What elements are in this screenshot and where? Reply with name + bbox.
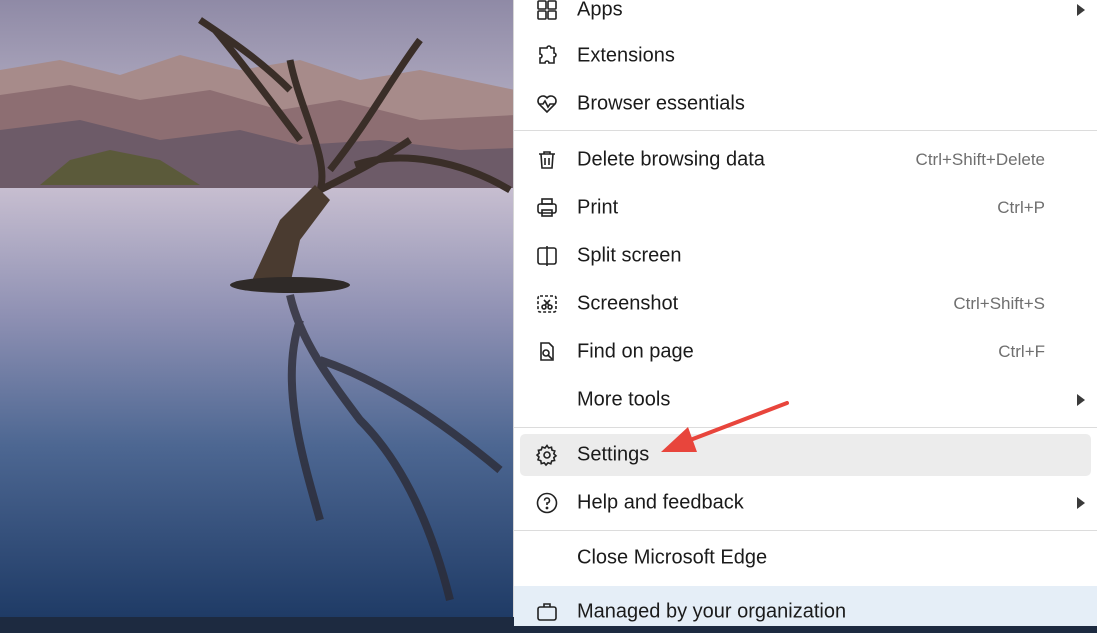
trash-icon: [534, 147, 560, 173]
gear-icon: [534, 442, 560, 468]
menu-item-find-on-page[interactable]: Find on page Ctrl+F: [520, 331, 1091, 373]
menu-item-label: Managed by your organization: [577, 600, 847, 623]
menu-item-label: Apps: [577, 0, 623, 21]
shortcut-label: Ctrl+Shift+Delete: [915, 150, 1045, 169]
shortcut-label: Ctrl+F: [998, 342, 1045, 361]
printer-icon: [534, 195, 560, 221]
menu-item-label: Delete browsing data: [577, 148, 765, 171]
shortcut-label: Ctrl+P: [997, 198, 1045, 217]
menu-item-label: Print: [577, 196, 619, 219]
briefcase-icon: [534, 599, 560, 625]
menu-item-extensions[interactable]: Extensions: [520, 35, 1091, 77]
chevron-right-icon: [1077, 497, 1085, 509]
menu-item-browser-essentials[interactable]: Browser essentials: [520, 83, 1091, 125]
menu-item-label: Screenshot: [577, 292, 679, 315]
menu-item-close-microsoft-edge[interactable]: Close Microsoft Edge: [520, 537, 1091, 579]
apps-icon: [534, 0, 560, 23]
menu-item-delete-browsing-data[interactable]: Delete browsing data Ctrl+Shift+Delete: [520, 139, 1091, 181]
menu-item-more-tools[interactable]: More tools: [520, 379, 1091, 421]
menu-divider: [514, 530, 1097, 531]
menu-divider: [514, 130, 1097, 131]
menu-item-apps[interactable]: Apps: [520, 0, 1091, 31]
screenshot-icon: [534, 291, 560, 317]
menu-divider: [514, 427, 1097, 428]
menu-item-label: Extensions: [577, 44, 675, 67]
background-photo: [0, 0, 515, 617]
menu-item-label: Split screen: [577, 244, 682, 267]
menu-item-managed[interactable]: Managed by your organization: [520, 591, 1091, 633]
split-screen-icon: [534, 243, 560, 269]
menu-item-help-and-feedback[interactable]: Help and feedback: [520, 482, 1091, 524]
menu-item-screenshot[interactable]: Screenshot Ctrl+Shift+S: [520, 283, 1091, 325]
menu-item-label: Browser essentials: [577, 92, 745, 115]
heart-pulse-icon: [534, 91, 560, 117]
chevron-right-icon: [1077, 394, 1085, 406]
chevron-right-icon: [1077, 4, 1085, 16]
shortcut-label: Ctrl+Shift+S: [953, 294, 1045, 313]
find-on-page-icon: [534, 339, 560, 365]
menu-item-label: Settings: [577, 443, 650, 466]
help-icon: [534, 490, 560, 516]
managed-by-organization-bar[interactable]: Managed by your organization: [514, 586, 1097, 626]
menu-item-label: More tools: [577, 388, 671, 411]
menu-item-print[interactable]: Print Ctrl+P: [520, 187, 1091, 229]
menu-item-label: Close Microsoft Edge: [577, 546, 768, 569]
menu-item-label: Find on page: [577, 340, 694, 363]
menu-item-split-screen[interactable]: Split screen: [520, 235, 1091, 277]
menu-item-settings[interactable]: Settings: [520, 434, 1091, 476]
browser-settings-menu: Apps Extensions Browser essentials Delet…: [513, 0, 1097, 626]
menu-item-label: Help and feedback: [577, 491, 744, 514]
extensions-icon: [534, 43, 560, 69]
